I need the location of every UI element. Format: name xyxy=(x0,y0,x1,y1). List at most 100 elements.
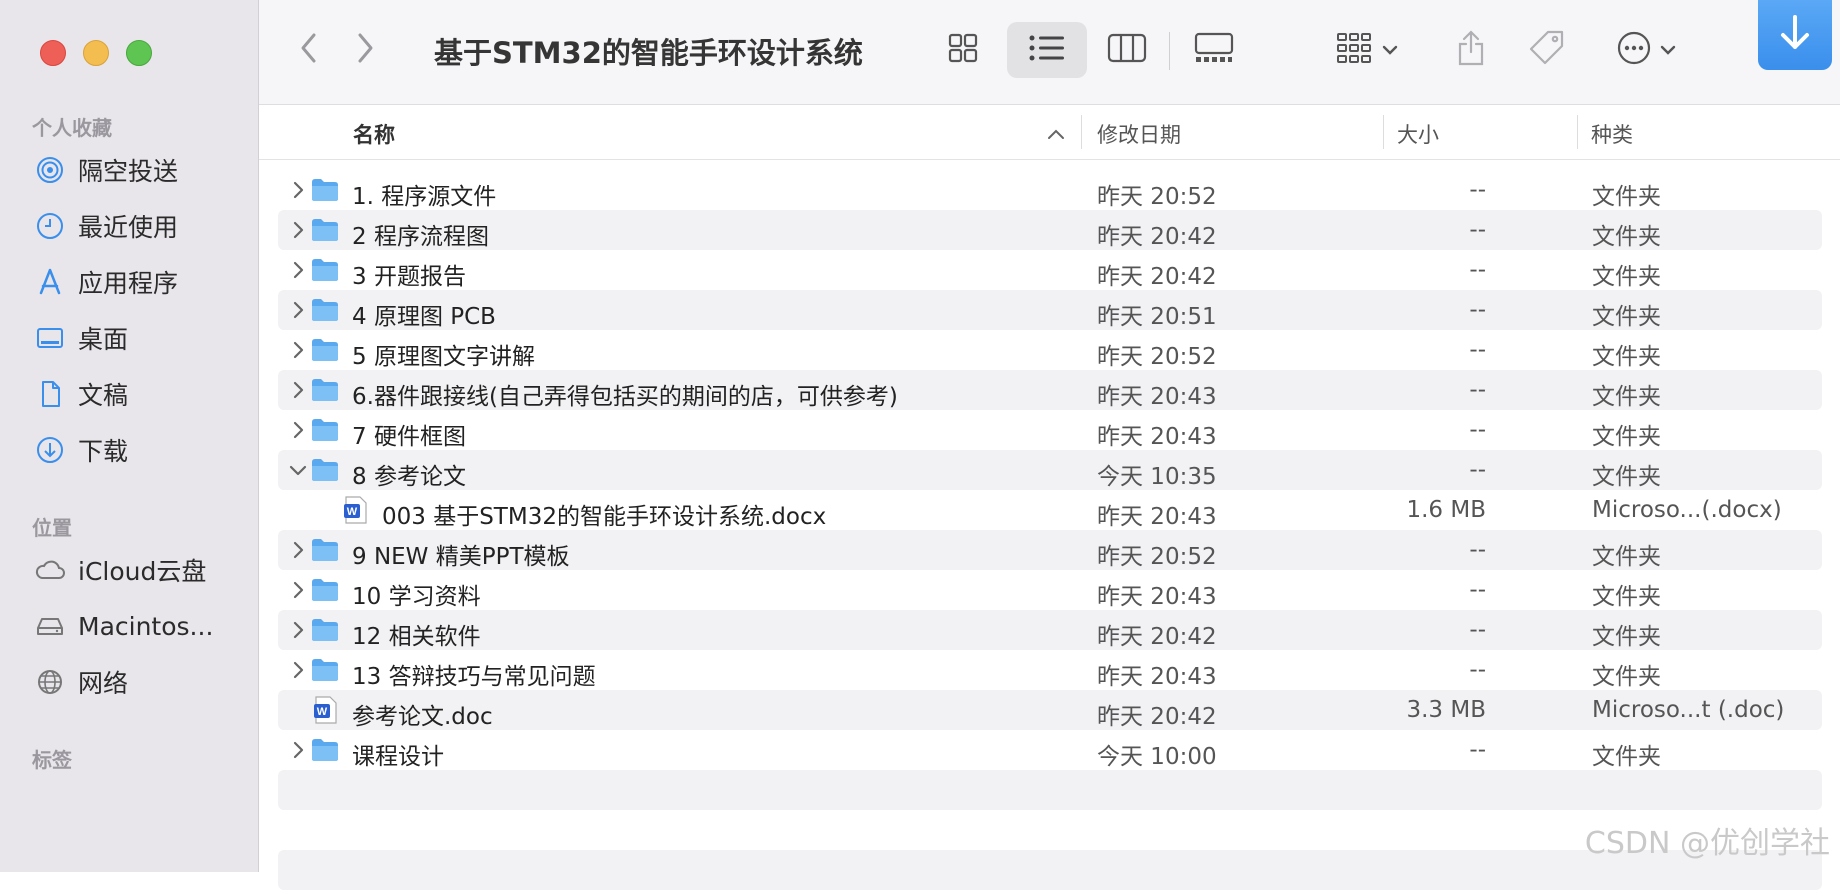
sidebar-item-macintosh-hd[interactable]: Macintos... xyxy=(32,606,213,646)
folder-icon xyxy=(310,215,340,245)
sidebar-item-icloud[interactable]: iCloud云盘 xyxy=(32,550,206,590)
gallery-view-button[interactable] xyxy=(1177,22,1251,78)
file-row[interactable]: 10 学习资料 昨天 20:43 -- 文件夹 xyxy=(278,570,1822,610)
locations-header: 位置 xyxy=(32,516,72,540)
file-size: -- xyxy=(1469,217,1486,243)
column-header-size[interactable]: 大小 xyxy=(1397,119,1439,149)
file-size: -- xyxy=(1469,617,1486,643)
disclosure-chevron-right-icon[interactable] xyxy=(286,296,310,324)
column-header-name[interactable]: 名称 xyxy=(353,119,395,149)
file-row[interactable]: 13 答辩技巧与常见问题 昨天 20:43 -- 文件夹 xyxy=(278,650,1822,690)
file-row[interactable]: 12 相关软件 昨天 20:42 -- 文件夹 xyxy=(278,610,1822,650)
applications-icon xyxy=(32,264,68,300)
grid-icon xyxy=(947,32,979,68)
file-date: 昨天 20:51 xyxy=(1097,304,1217,330)
favorites-header: 个人收藏 xyxy=(32,116,112,140)
sidebar-item-label: 最近使用 xyxy=(78,213,179,242)
folder-icon xyxy=(310,295,340,325)
file-row[interactable]: 6.器件跟接线(自己弄得包括买的期间的店，可供参考) 昨天 20:43 -- 文件夹 xyxy=(278,370,1822,410)
file-name: 10 学习资料 xyxy=(352,584,481,610)
file-date: 昨天 20:52 xyxy=(1097,544,1217,570)
column-view-button[interactable] xyxy=(1095,22,1159,78)
file-row[interactable]: 9 NEW 精美PPT模板 昨天 20:52 -- 文件夹 xyxy=(278,530,1822,570)
file-kind: 文件夹 xyxy=(1592,424,1661,450)
back-button[interactable] xyxy=(289,22,329,78)
file-date: 昨天 20:43 xyxy=(1097,424,1217,450)
disclosure-chevron-right-icon[interactable] xyxy=(286,736,310,764)
column-header-date[interactable]: 修改日期 xyxy=(1097,119,1181,149)
file-size: -- xyxy=(1469,417,1486,443)
download-button[interactable] xyxy=(1758,0,1832,70)
sidebar-item-documents[interactable]: 文稿 xyxy=(32,374,128,414)
file-kind: Microso...t (.doc) xyxy=(1592,697,1785,723)
disclosure-chevron-right-icon[interactable] xyxy=(286,216,310,244)
file-name: 2 程序流程图 xyxy=(352,224,489,250)
disclosure-chevron-right-icon[interactable] xyxy=(286,336,310,364)
disclosure-chevron-right-icon[interactable] xyxy=(286,416,310,444)
file-date: 昨天 20:42 xyxy=(1097,264,1217,290)
disclosure-chevron-right-icon[interactable] xyxy=(286,376,310,404)
disclosure-chevron-right-icon[interactable] xyxy=(286,256,310,284)
file-row[interactable]: 8 参考论文 今天 10:35 -- 文件夹 xyxy=(278,450,1822,490)
disclosure-chevron-down-icon[interactable] xyxy=(286,456,310,484)
sidebar-item-airdrop[interactable]: 隔空投送 xyxy=(32,150,178,190)
file-kind: 文件夹 xyxy=(1592,664,1661,690)
zoom-window-button[interactable] xyxy=(126,40,152,66)
file-date: 昨天 20:43 xyxy=(1097,584,1217,610)
file-row[interactable]: 7 硬件框图 昨天 20:43 -- 文件夹 xyxy=(278,410,1822,450)
file-name: 5 原理图文字讲解 xyxy=(352,344,535,370)
disclosure-chevron-right-icon[interactable] xyxy=(286,616,310,644)
tag-button[interactable] xyxy=(1521,22,1573,78)
sidebar-item-label: 隔空投送 xyxy=(78,157,179,186)
finder-window: 个人收藏 隔空投送 最近使用 应用程序 桌面 文稿 下载 位置 iCloud云盘… xyxy=(0,0,1840,890)
file-name: 课程设计 xyxy=(352,744,444,770)
column-header-kind[interactable]: 种类 xyxy=(1591,119,1633,149)
disclosure-chevron-right-icon[interactable] xyxy=(286,656,310,684)
folder-icon xyxy=(310,735,340,765)
document-icon xyxy=(32,376,68,412)
file-kind: 文件夹 xyxy=(1592,184,1661,210)
file-date: 昨天 20:43 xyxy=(1097,504,1217,530)
toolbar-separator xyxy=(1169,32,1170,70)
share-button[interactable] xyxy=(1445,22,1497,78)
minimize-window-button[interactable] xyxy=(83,40,109,66)
file-list: 1. 程序源文件 昨天 20:52 -- 文件夹 2 程序流程图 昨天 20:42 -- 文件… xyxy=(278,170,1822,770)
group-by-button[interactable] xyxy=(1327,22,1407,78)
disclosure-chevron-right-icon[interactable] xyxy=(286,176,310,204)
sidebar-item-desktop[interactable]: 桌面 xyxy=(32,318,128,358)
more-actions-button[interactable] xyxy=(1601,22,1691,78)
chevron-down-icon xyxy=(1382,41,1398,60)
list-view-button[interactable] xyxy=(1007,22,1087,78)
file-kind: 文件夹 xyxy=(1592,544,1661,570)
disclosure-chevron-right-icon[interactable] xyxy=(286,536,310,564)
sort-ascending-icon[interactable] xyxy=(1047,125,1065,144)
file-name: 7 硬件框图 xyxy=(352,424,466,450)
file-row[interactable]: 4 原理图 PCB 昨天 20:51 -- 文件夹 xyxy=(278,290,1822,330)
folder-icon xyxy=(310,175,340,205)
file-row[interactable]: W 参考论文.doc 昨天 20:42 3.3 MB Microso...t (.doc… xyxy=(278,690,1822,730)
sidebar-item-label: iCloud云盘 xyxy=(78,557,207,586)
sidebar-item-network[interactable]: 网络 xyxy=(32,662,128,702)
file-kind: 文件夹 xyxy=(1592,624,1661,650)
file-size: 3.3 MB xyxy=(1406,697,1486,723)
file-date: 昨天 20:52 xyxy=(1097,184,1217,210)
forward-button[interactable] xyxy=(345,22,385,78)
sidebar-item-applications[interactable]: 应用程序 xyxy=(32,262,178,302)
arrow-down-icon xyxy=(1777,13,1813,57)
file-row[interactable]: 1. 程序源文件 昨天 20:52 -- 文件夹 xyxy=(278,170,1822,210)
file-size: -- xyxy=(1469,737,1486,763)
file-name: 参考论文.doc xyxy=(352,704,493,730)
sidebar-item-recents[interactable]: 最近使用 xyxy=(32,206,178,246)
file-row[interactable]: 5 原理图文字讲解 昨天 20:52 -- 文件夹 xyxy=(278,330,1822,370)
sidebar-item-downloads[interactable]: 下载 xyxy=(32,430,128,470)
tags-header: 标签 xyxy=(32,748,72,772)
icon-view-button[interactable] xyxy=(931,22,995,78)
file-row[interactable]: 课程设计 今天 10:00 -- 文件夹 xyxy=(278,730,1822,770)
close-window-button[interactable] xyxy=(40,40,66,66)
file-row[interactable]: 3 开题报告 昨天 20:42 -- 文件夹 xyxy=(278,250,1822,290)
file-date: 昨天 20:43 xyxy=(1097,384,1217,410)
file-row[interactable]: 2 程序流程图 昨天 20:42 -- 文件夹 xyxy=(278,210,1822,250)
word-document-icon: W xyxy=(310,695,340,725)
disclosure-chevron-right-icon[interactable] xyxy=(286,576,310,604)
file-row[interactable]: W 003 基于STM32的智能手环设计系统.docx 昨天 20:43 1.6 MB… xyxy=(278,490,1822,530)
